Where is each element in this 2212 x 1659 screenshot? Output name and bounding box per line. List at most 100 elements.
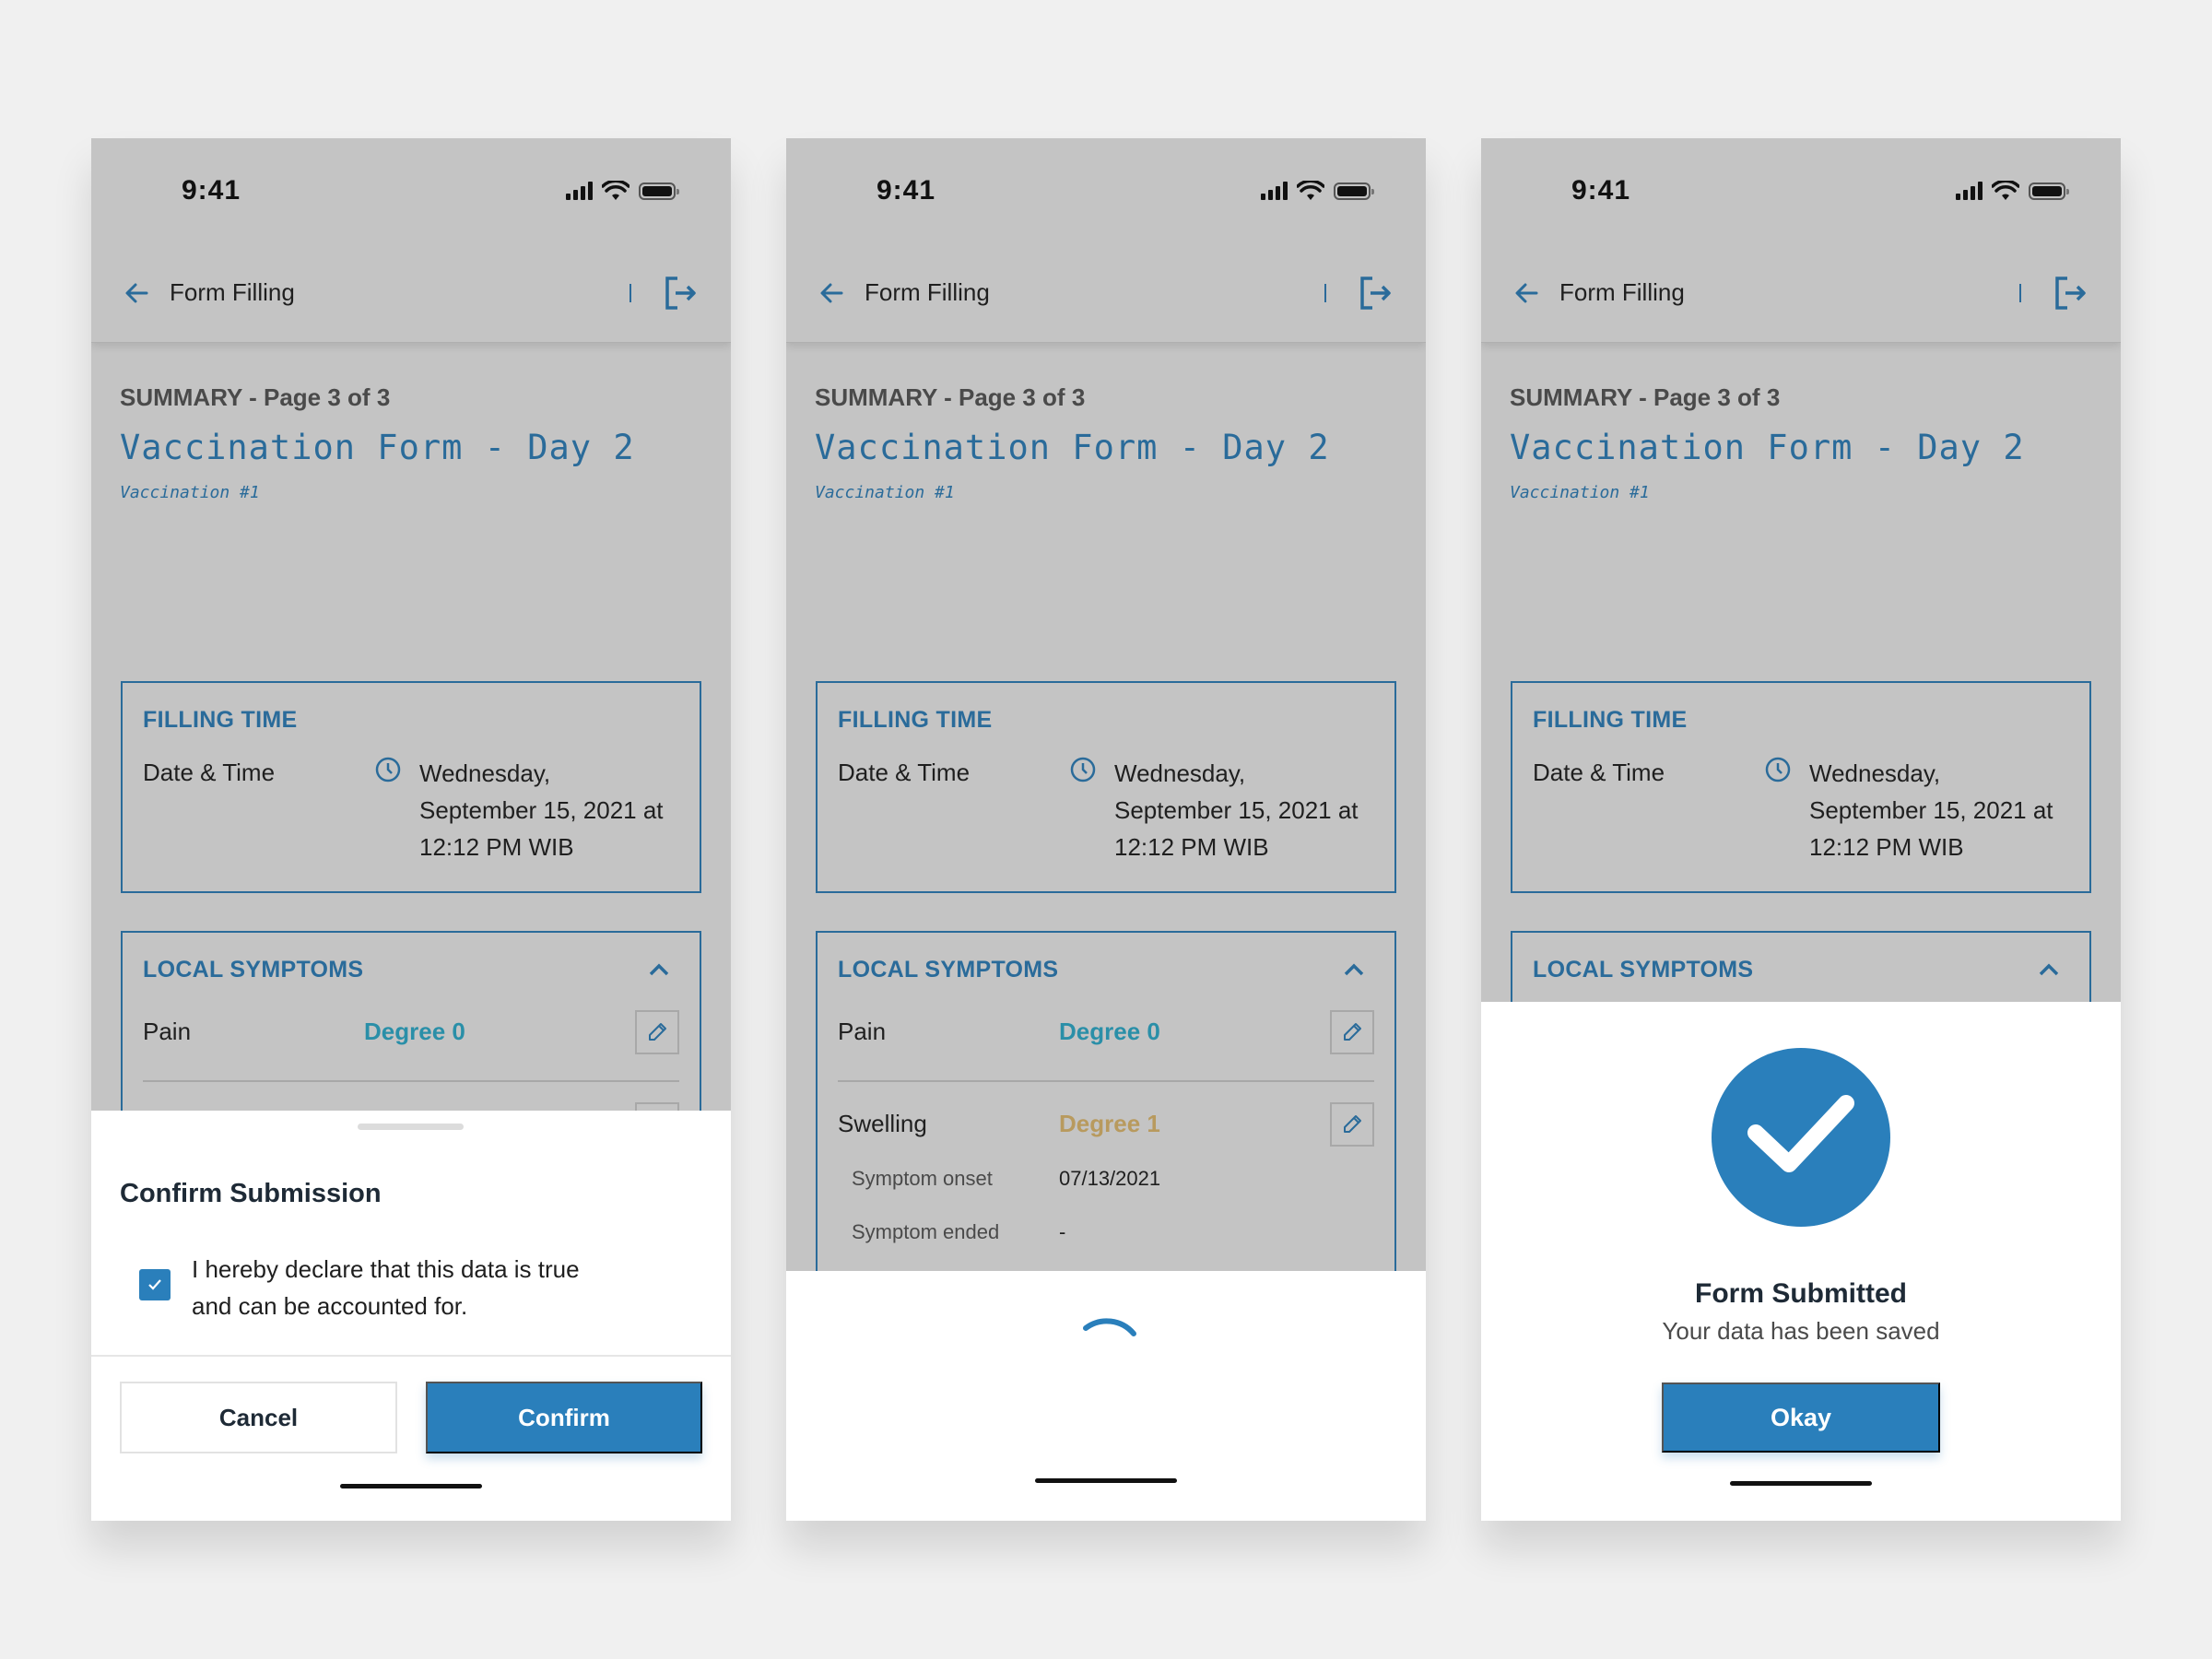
signal-icon xyxy=(1261,182,1288,200)
symptom-row-pain: Pain Degree 0 xyxy=(838,1006,1374,1062)
phone-screen-loading: 9:41 Form Filling SUMMARY - Page 3 of 3 … xyxy=(786,138,1426,1521)
onset-value: 07/13/2021 xyxy=(1059,1167,1161,1190)
date-line-3: 12:12 PM WIB xyxy=(1809,833,1964,861)
row-divider xyxy=(143,1080,679,1082)
checkmark-icon xyxy=(148,1279,161,1290)
phone-screen-confirm: 9:41 Form Filling SUMMARY - Page 3 of 3 … xyxy=(91,138,731,1521)
date-line-2: September 15, 2021 at xyxy=(1809,796,2053,824)
arrow-left-icon[interactable] xyxy=(121,276,154,310)
date-line-2: September 15, 2021 at xyxy=(1114,796,1359,824)
app-header: 9:41 Form Filling xyxy=(1481,138,2121,343)
form-subtitle: Vaccination #1 xyxy=(120,483,260,502)
clock-icon xyxy=(375,757,401,782)
check-circle-icon xyxy=(1712,1048,1890,1227)
pencil-icon xyxy=(649,1023,666,1041)
loading-spinner-icon xyxy=(1083,1318,1136,1336)
arrow-left-icon[interactable] xyxy=(816,276,849,310)
form-title: Vaccination Form - Day 2 xyxy=(1510,428,2025,467)
date-time-label: Date & Time xyxy=(143,759,276,786)
card-heading: FILLING TIME xyxy=(143,707,298,733)
symptom-onset-row: Symptom onset 07/13/2021 xyxy=(838,1167,1374,1204)
date-line-3: 12:12 PM WIB xyxy=(419,833,574,861)
date-line-1: Wednesday, xyxy=(419,759,551,787)
page-indicator: SUMMARY - Page 3 of 3 xyxy=(120,383,391,411)
phone-screen-success: 9:41 Form Filling SUMMARY - Page 3 of 3 … xyxy=(1481,138,2121,1521)
status-time: 9:41 xyxy=(182,175,241,206)
wifi-icon xyxy=(1297,181,1324,200)
edit-button[interactable] xyxy=(635,1010,679,1054)
battery-icon xyxy=(2029,182,2069,200)
form-subtitle: Vaccination #1 xyxy=(1510,483,1650,502)
card-heading: LOCAL SYMPTOMS xyxy=(1533,957,1754,982)
symptom-degree: Degree 0 xyxy=(1059,1018,1160,1045)
edit-button[interactable] xyxy=(1330,1102,1374,1147)
chevron-up-icon[interactable] xyxy=(2036,960,2062,979)
filling-time-card: FILLING TIME Date & Time Wednesday, Sept… xyxy=(816,681,1396,893)
page-indicator: SUMMARY - Page 3 of 3 xyxy=(1510,383,1781,411)
confirm-button[interactable]: Confirm xyxy=(426,1382,702,1453)
form-subtitle: Vaccination #1 xyxy=(815,483,955,502)
date-line-2: September 15, 2021 at xyxy=(419,796,664,824)
symptom-row-swelling: Swelling Degree 1 xyxy=(838,1099,1374,1154)
card-heading: FILLING TIME xyxy=(838,707,993,733)
pencil-icon xyxy=(1344,1023,1361,1041)
clock-icon xyxy=(1070,757,1096,782)
signal-icon xyxy=(1956,182,1983,200)
filling-time-card: FILLING TIME Date & Time Wednesday, Sept… xyxy=(1511,681,2091,893)
declaration-label: I hereby declare that this data is true … xyxy=(192,1255,580,1320)
filling-time-card: FILLING TIME Date & Time Wednesday, Sept… xyxy=(121,681,701,893)
nav-title: Form Filling xyxy=(865,278,990,306)
status-icons xyxy=(566,181,679,201)
arrow-left-icon[interactable] xyxy=(1511,276,1544,310)
declaration-checkbox[interactable] xyxy=(139,1269,171,1300)
form-title: Vaccination Form - Day 2 xyxy=(815,428,1330,467)
home-indicator xyxy=(1035,1478,1177,1483)
signal-icon xyxy=(566,182,593,200)
nav-divider xyxy=(1324,284,1326,302)
symptom-row-pain: Pain Degree 0 xyxy=(143,1006,679,1062)
sheet-grabber[interactable] xyxy=(358,1124,464,1130)
date-time-value: Wednesday, September 15, 2021 at 12:12 P… xyxy=(1114,755,1359,865)
date-time-label: Date & Time xyxy=(1533,759,1665,786)
success-sheet: Form Submitted Your data has been saved … xyxy=(1481,1002,2121,1521)
nav-divider xyxy=(629,284,631,302)
sheet-title: Confirm Submission xyxy=(120,1179,382,1208)
symptom-name: Swelling xyxy=(838,1110,927,1137)
date-line-1: Wednesday, xyxy=(1114,759,1246,787)
date-time-value: Wednesday, September 15, 2021 at 12:12 P… xyxy=(419,755,664,865)
home-indicator xyxy=(1730,1481,1872,1486)
card-heading: FILLING TIME xyxy=(1533,707,1688,733)
okay-button[interactable]: Okay xyxy=(1662,1382,1940,1453)
logout-icon[interactable] xyxy=(2053,275,2089,312)
success-subtitle: Your data has been saved xyxy=(1662,1317,1940,1345)
onset-label: Symptom onset xyxy=(852,1167,993,1190)
battery-icon xyxy=(639,182,679,200)
success-title: Form Submitted xyxy=(1695,1278,1907,1309)
logout-icon[interactable] xyxy=(663,275,700,312)
wifi-icon xyxy=(1992,181,2019,200)
app-header: 9:41 Form Filling xyxy=(91,138,731,343)
nav-divider xyxy=(2019,284,2021,302)
symptom-degree: Degree 0 xyxy=(364,1018,465,1045)
card-heading: LOCAL SYMPTOMS xyxy=(143,957,364,982)
symptom-degree: Degree 1 xyxy=(1059,1110,1160,1137)
ended-value: - xyxy=(1059,1220,1066,1243)
date-time-value: Wednesday, September 15, 2021 at 12:12 P… xyxy=(1809,755,2053,865)
app-header: 9:41 Form Filling xyxy=(786,138,1426,343)
ended-label: Symptom ended xyxy=(852,1220,1000,1243)
pencil-icon xyxy=(1344,1115,1361,1133)
symptom-ended-row: Symptom ended - xyxy=(838,1220,1374,1257)
wifi-icon xyxy=(602,181,629,200)
chevron-up-icon[interactable] xyxy=(646,960,672,979)
chevron-up-icon[interactable] xyxy=(1341,960,1367,979)
status-icons xyxy=(1261,181,1374,201)
edit-button[interactable] xyxy=(1330,1010,1374,1054)
loading-sheet xyxy=(786,1271,1426,1521)
status-icons xyxy=(1956,181,2069,201)
form-title: Vaccination Form - Day 2 xyxy=(120,428,635,467)
sheet-divider xyxy=(91,1355,731,1357)
card-heading: LOCAL SYMPTOMS xyxy=(838,957,1059,982)
cancel-button[interactable]: Cancel xyxy=(120,1382,397,1453)
logout-icon[interactable] xyxy=(1358,275,1394,312)
page-indicator: SUMMARY - Page 3 of 3 xyxy=(815,383,1086,411)
